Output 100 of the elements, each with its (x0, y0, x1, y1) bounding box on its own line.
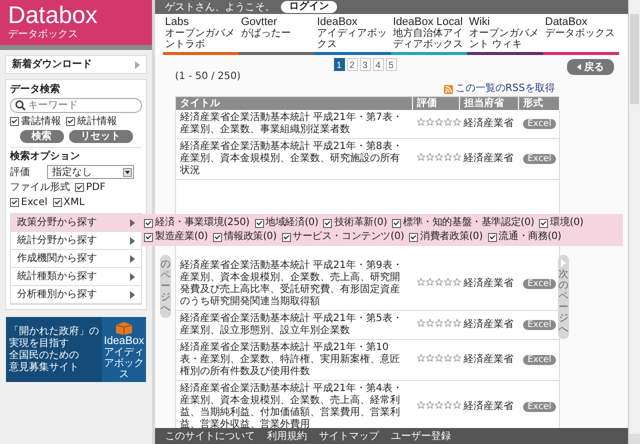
checkbox-label: 経済・事業環境(250) (155, 217, 250, 229)
checkbox-label: 標準・知的基盤・基準認定(0) (403, 217, 534, 229)
star-icon[interactable] (434, 354, 442, 362)
star-icon[interactable] (444, 401, 452, 409)
login-button[interactable]: ログイン (281, 1, 337, 13)
search-button[interactable]: 検索 (20, 130, 64, 143)
table-cell: 経済産業省企業活動基本統計 平成21年・第7表・産業別、企業数、事業組織別従業者数 (176, 110, 412, 138)
star-icon[interactable] (452, 401, 460, 409)
checkbox[interactable] (212, 232, 222, 242)
star-icon[interactable] (434, 401, 442, 409)
star-icon[interactable] (416, 354, 424, 362)
box-icon (114, 319, 134, 335)
star-icon[interactable] (452, 153, 460, 161)
star-icon[interactable] (452, 319, 460, 327)
page-button[interactable]: 3 (360, 58, 370, 71)
result-count: (1 - 50 / 250) (175, 71, 242, 83)
checkbox[interactable] (75, 183, 84, 192)
checkbox[interactable] (10, 117, 19, 126)
checkbox-label: Excel (21, 196, 48, 209)
checkbox[interactable] (144, 218, 153, 228)
checkbox[interactable] (10, 198, 19, 207)
checkbox[interactable] (323, 218, 332, 228)
page-button[interactable]: 5 (386, 58, 396, 71)
star-icon[interactable] (444, 118, 452, 126)
scrollbar[interactable] (628, 0, 640, 444)
checkbox-label: XML (64, 196, 85, 209)
column-header: 担当府省 (460, 96, 518, 110)
page-button[interactable]: 1 (334, 58, 344, 71)
table-cell: 経済産業省 (460, 310, 518, 340)
star-icon[interactable] (426, 278, 434, 286)
table-cell: 経済産業省 (460, 138, 518, 180)
rating-select[interactable]: 指定なし (47, 165, 134, 179)
star-icon[interactable] (452, 118, 460, 126)
caret-icon (130, 272, 135, 280)
dropdown-arrow-icon (123, 168, 132, 176)
checkbox-label: 環境(0) (550, 217, 584, 229)
checkbox[interactable] (66, 117, 75, 126)
star-icon[interactable] (452, 354, 460, 362)
next-page-tab[interactable]: 次のページへ (558, 255, 569, 339)
ad-banner[interactable]: 「開かれた政府」の 実現を目指す 全国民のための 意見募集サイト IdeaBox アイディアボックス (6, 317, 146, 382)
checkbox[interactable] (254, 218, 264, 228)
checkbox-label: 情報政策(0) (224, 231, 277, 243)
star-icon[interactable] (452, 278, 460, 286)
star-icon[interactable] (416, 401, 424, 409)
table-cell: 経済産業省企業活動基本統計 平成21年・第10表・産業別、企業数、特許権、実用新案権、意匠権別の所有件数及び使用件数 (176, 340, 412, 380)
star-icon[interactable] (434, 319, 442, 327)
menu-item[interactable]: 統計分野から探す (11, 232, 141, 250)
checkbox[interactable] (488, 232, 497, 242)
rss-link[interactable]: この一覧のRSSを取得 (455, 83, 555, 95)
menu-item[interactable]: 政策分野から探す (11, 214, 141, 232)
checkbox-label: サービス・コンテンツ(0) (292, 231, 404, 243)
star-icon[interactable] (434, 278, 442, 286)
menu-item[interactable]: 作成機関から探す (11, 250, 141, 268)
star-icon[interactable] (444, 319, 452, 327)
star-icon[interactable] (416, 118, 424, 126)
table-cell: 経済産業省 (460, 340, 518, 380)
star-icon[interactable] (416, 278, 424, 286)
field-label: ファイル形式 (10, 181, 70, 194)
star-icon[interactable] (426, 319, 434, 327)
star-icon[interactable] (426, 118, 434, 126)
caret-icon (130, 254, 135, 262)
banner-text: 意見募集サイト (9, 362, 80, 374)
caret-icon (135, 60, 140, 68)
menu-item[interactable]: 分析種別から探す (11, 286, 141, 304)
new-downloads-label: 新着ダウンロード (12, 58, 92, 71)
new-downloads-link[interactable]: 新着ダウンロード (5, 55, 147, 74)
star-icon[interactable] (416, 319, 424, 327)
checkbox[interactable] (409, 232, 418, 242)
back-button[interactable]: 戻る (567, 59, 614, 75)
menu-item[interactable]: 統計種類から探す (11, 268, 141, 286)
search-button[interactable]: リセット (68, 130, 132, 143)
star-icon[interactable] (416, 153, 424, 161)
table-cell: 経済産業省企業活動基本統計 平成21年・第5表・産業別、設立形態別、設立年別企業数 (176, 310, 412, 340)
search-icon (15, 100, 26, 111)
column-header: 形式 (518, 96, 560, 110)
star-icon[interactable] (426, 153, 434, 161)
checkbox-label: 消費者政策(0) (420, 231, 483, 243)
table-cell: 経済産業省企業活動基本統計 平成21年・第8表・産業別、資本金規模別、企業数、研究施設の所有状況 (176, 138, 412, 180)
site-logo[interactable]: Databox (8, 3, 98, 29)
star-icon[interactable] (434, 118, 442, 126)
caret-icon (577, 64, 581, 70)
checkbox[interactable] (282, 232, 291, 242)
banner-text: 実現を目指す (9, 338, 70, 350)
checkbox-label: 地域経済(0) (266, 217, 318, 229)
search-field[interactable]: キーワード (10, 98, 142, 113)
checkbox[interactable] (539, 218, 548, 228)
greeting-text: ゲストさん、ようこそ。 (165, 1, 275, 14)
checkbox[interactable] (392, 218, 402, 228)
previous-page-tab[interactable]: のページへ (160, 255, 171, 318)
star-icon[interactable] (426, 401, 434, 409)
checkbox-label: 流通・商務(0) (498, 231, 562, 243)
checkbox[interactable] (52, 198, 62, 207)
page-button[interactable]: 2 (346, 58, 358, 71)
star-icon[interactable] (444, 278, 452, 286)
star-icon[interactable] (444, 354, 452, 362)
star-icon[interactable] (434, 153, 442, 161)
star-icon[interactable] (426, 354, 434, 362)
star-icon[interactable] (444, 153, 452, 161)
page-button[interactable]: 4 (372, 58, 384, 71)
checkbox[interactable] (144, 232, 153, 242)
